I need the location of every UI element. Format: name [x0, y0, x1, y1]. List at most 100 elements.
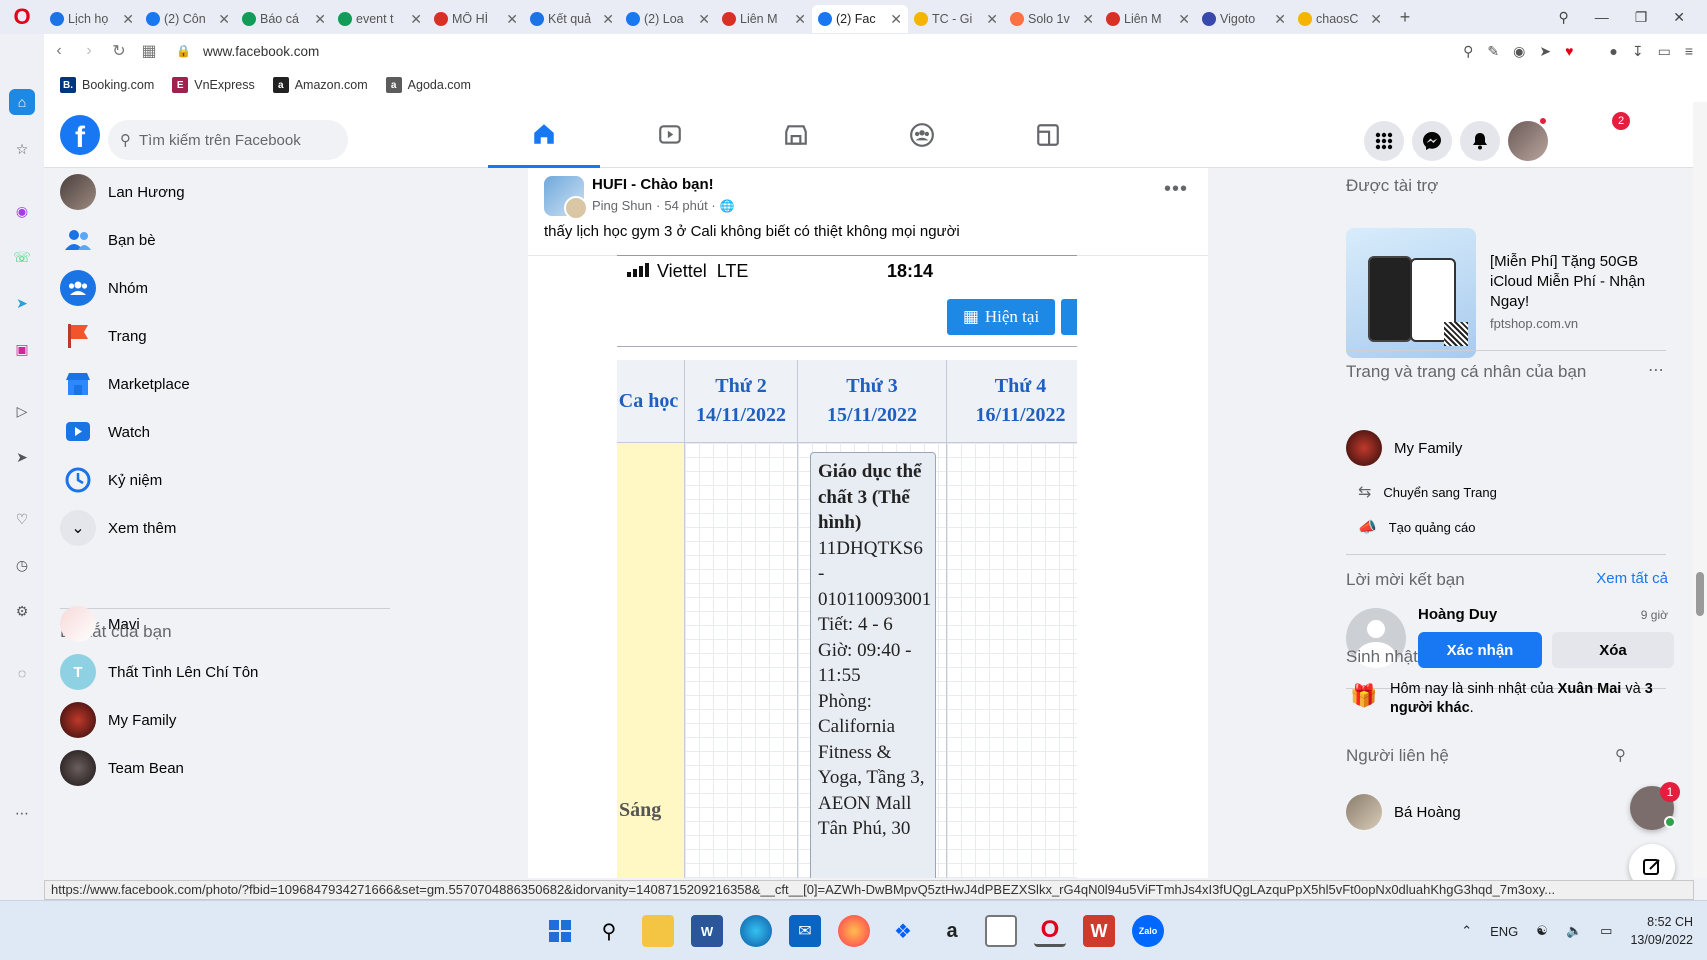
browser-tab[interactable]: Lịch họ ✕	[44, 5, 140, 33]
page-scrollbar[interactable]	[1693, 102, 1707, 878]
facebook-logo[interactable]: f	[60, 115, 100, 155]
tips-lightbulb-icon[interactable]: ◌	[9, 660, 35, 686]
shortcut-item[interactable]: My Family	[52, 696, 392, 744]
player-icon[interactable]: ▷	[9, 398, 35, 424]
tab-gaming[interactable]	[992, 102, 1104, 168]
browser-tab[interactable]: Vigoto ✕	[1196, 5, 1292, 33]
opera-menu-icon[interactable]: O	[0, 0, 44, 34]
left-nav-item[interactable]: Nhóm	[52, 264, 392, 312]
tab-close-icon[interactable]: ✕	[1178, 11, 1190, 28]
browser-tab[interactable]: TC - Gi ✕	[908, 5, 1004, 33]
new-tab-button[interactable]: +	[1392, 7, 1418, 28]
flow-icon[interactable]: ➤	[9, 444, 35, 470]
home-icon[interactable]: ⌂	[9, 89, 35, 115]
firefox-icon[interactable]	[838, 915, 870, 947]
more-icon[interactable]: ⋯	[9, 800, 35, 826]
tab-close-icon[interactable]: ✕	[602, 11, 614, 28]
left-nav-item[interactable]: Trang	[52, 312, 392, 360]
browser-tab[interactable]: event t ✕	[332, 5, 428, 33]
edge-icon[interactable]	[740, 915, 772, 947]
browser-tab[interactable]: Liên M ✕	[1100, 5, 1196, 33]
left-nav-item[interactable]: Watch	[52, 408, 392, 456]
account-avatar[interactable]	[1508, 121, 1548, 161]
wifi-icon[interactable]: ☯	[1536, 923, 1548, 939]
word-icon[interactable]: W	[691, 915, 723, 947]
browser-tab[interactable]: Kết quả ✕	[524, 5, 620, 33]
tab-watch[interactable]	[614, 102, 726, 168]
lock-icon[interactable]: 🔒	[176, 44, 191, 58]
post-author[interactable]: Ping Shun	[592, 198, 652, 213]
star-icon[interactable]: ☆	[9, 136, 35, 162]
post-group-name[interactable]: HUFI - Chào bạn!	[592, 176, 714, 193]
opera-taskbar-icon[interactable]: O	[1034, 915, 1066, 947]
tray-expand-icon[interactable]: ⌃	[1461, 923, 1472, 939]
settings-icon[interactable]: ⚙	[9, 598, 35, 624]
download-icon[interactable]: ↧	[1632, 43, 1644, 60]
bookmark-item[interactable]: a Amazon.com	[272, 77, 368, 93]
history-icon[interactable]: ◷	[9, 552, 35, 578]
tab-close-icon[interactable]: ✕	[794, 11, 806, 28]
back-button[interactable]: ‹	[44, 42, 74, 60]
notepad-icon[interactable]	[985, 915, 1017, 947]
ad-title[interactable]: [Miễn Phí] Tặng 50GB iCloud Miễn Phí - N…	[1490, 252, 1670, 312]
delete-request-button[interactable]: Xóa	[1552, 632, 1674, 668]
bookmark-item[interactable]: E VnExpress	[172, 77, 255, 93]
notifications-button[interactable]	[1460, 121, 1500, 161]
create-ad-item[interactable]: 📣 Tạo quảng cáo	[1358, 518, 1475, 536]
browser-tab[interactable]: (2) Loa ✕	[620, 5, 716, 33]
forward-button[interactable]: ›	[74, 42, 104, 60]
send-icon[interactable]: ➤	[1539, 43, 1551, 60]
browser-tab[interactable]: Báo cá ✕	[236, 5, 332, 33]
battery-saver-icon[interactable]: ▭	[1658, 43, 1671, 60]
snapshot-icon[interactable]: ◉	[1513, 43, 1525, 60]
file-explorer-icon[interactable]	[642, 915, 674, 947]
zalo-icon[interactable]: Zalo	[1132, 915, 1164, 947]
tab-close-icon[interactable]: ✕	[986, 11, 998, 28]
tab-close-icon[interactable]: ✕	[1082, 11, 1094, 28]
post-photo[interactable]: Viettel LTE 18:14 ▦ Hiện tại Ca học Thứ …	[528, 255, 1208, 878]
tabs-grid-icon[interactable]: ▦	[134, 41, 164, 61]
browser-tab[interactable]: Liên M ✕	[716, 5, 812, 33]
bookmark-item[interactable]: B. Booking.com	[60, 77, 154, 93]
tab-close-icon[interactable]: ✕	[698, 11, 710, 28]
whatsapp-icon[interactable]: ☏	[9, 244, 35, 270]
browser-tab[interactable]: (2) Fac ✕	[812, 5, 908, 33]
search-input[interactable]	[139, 131, 329, 149]
shortcut-item[interactable]: Team Bean	[52, 744, 392, 792]
tab-close-icon[interactable]: ✕	[1370, 11, 1382, 28]
edit-icon[interactable]: ✎	[1487, 43, 1499, 60]
confirm-request-button[interactable]: Xác nhận	[1418, 632, 1542, 668]
tray-clock[interactable]: 8:52 CH 13/09/2022	[1630, 913, 1693, 949]
browser-tab[interactable]: MÔ HÌ ✕	[428, 5, 524, 33]
tab-marketplace[interactable]	[740, 102, 852, 168]
group-avatar[interactable]	[544, 176, 588, 220]
battery-icon[interactable]: ▭	[1600, 923, 1612, 939]
tab-close-icon[interactable]: ✕	[410, 11, 422, 28]
page-search-icon[interactable]: ⚲	[1463, 43, 1473, 60]
contact-item[interactable]: Bá Hoàng	[1346, 794, 1461, 830]
tab-close-icon[interactable]: ✕	[314, 11, 326, 28]
contacts-search-icon[interactable]: ⚲	[1615, 746, 1626, 764]
left-nav-item[interactable]: Lan Hương	[52, 168, 392, 216]
bookmark-item[interactable]: a Agoda.com	[385, 77, 471, 93]
easy-setup-icon[interactable]: ≡	[1685, 43, 1693, 59]
telegram-icon[interactable]: ➤	[9, 290, 35, 316]
heart-icon[interactable]: ♥	[1565, 43, 1573, 59]
switch-to-page-item[interactable]: ⇆ Chuyển sang Trang	[1358, 482, 1497, 502]
left-nav-item[interactable]: ⌄ Xem thêm	[52, 504, 392, 552]
tab-groups[interactable]	[866, 102, 978, 168]
search-icon[interactable]: ⚲	[593, 915, 625, 947]
start-button[interactable]	[544, 915, 576, 947]
left-nav-item[interactable]: Kỷ niệm	[52, 456, 392, 504]
dropbox-icon[interactable]: ❖	[887, 915, 919, 947]
restore-button[interactable]: ❐	[1635, 9, 1648, 26]
input-language[interactable]: ENG	[1490, 924, 1518, 939]
reload-button[interactable]: ↻	[104, 41, 134, 61]
tab-close-icon[interactable]: ✕	[890, 11, 902, 28]
tab-close-icon[interactable]: ✕	[218, 11, 230, 28]
left-nav-item[interactable]: Marketplace	[52, 360, 392, 408]
ad-site[interactable]: fptshop.com.vn	[1490, 316, 1578, 331]
instagram-icon[interactable]: ▣	[9, 336, 35, 362]
tab-close-icon[interactable]: ✕	[506, 11, 518, 28]
amazon-icon[interactable]: a	[936, 915, 968, 947]
